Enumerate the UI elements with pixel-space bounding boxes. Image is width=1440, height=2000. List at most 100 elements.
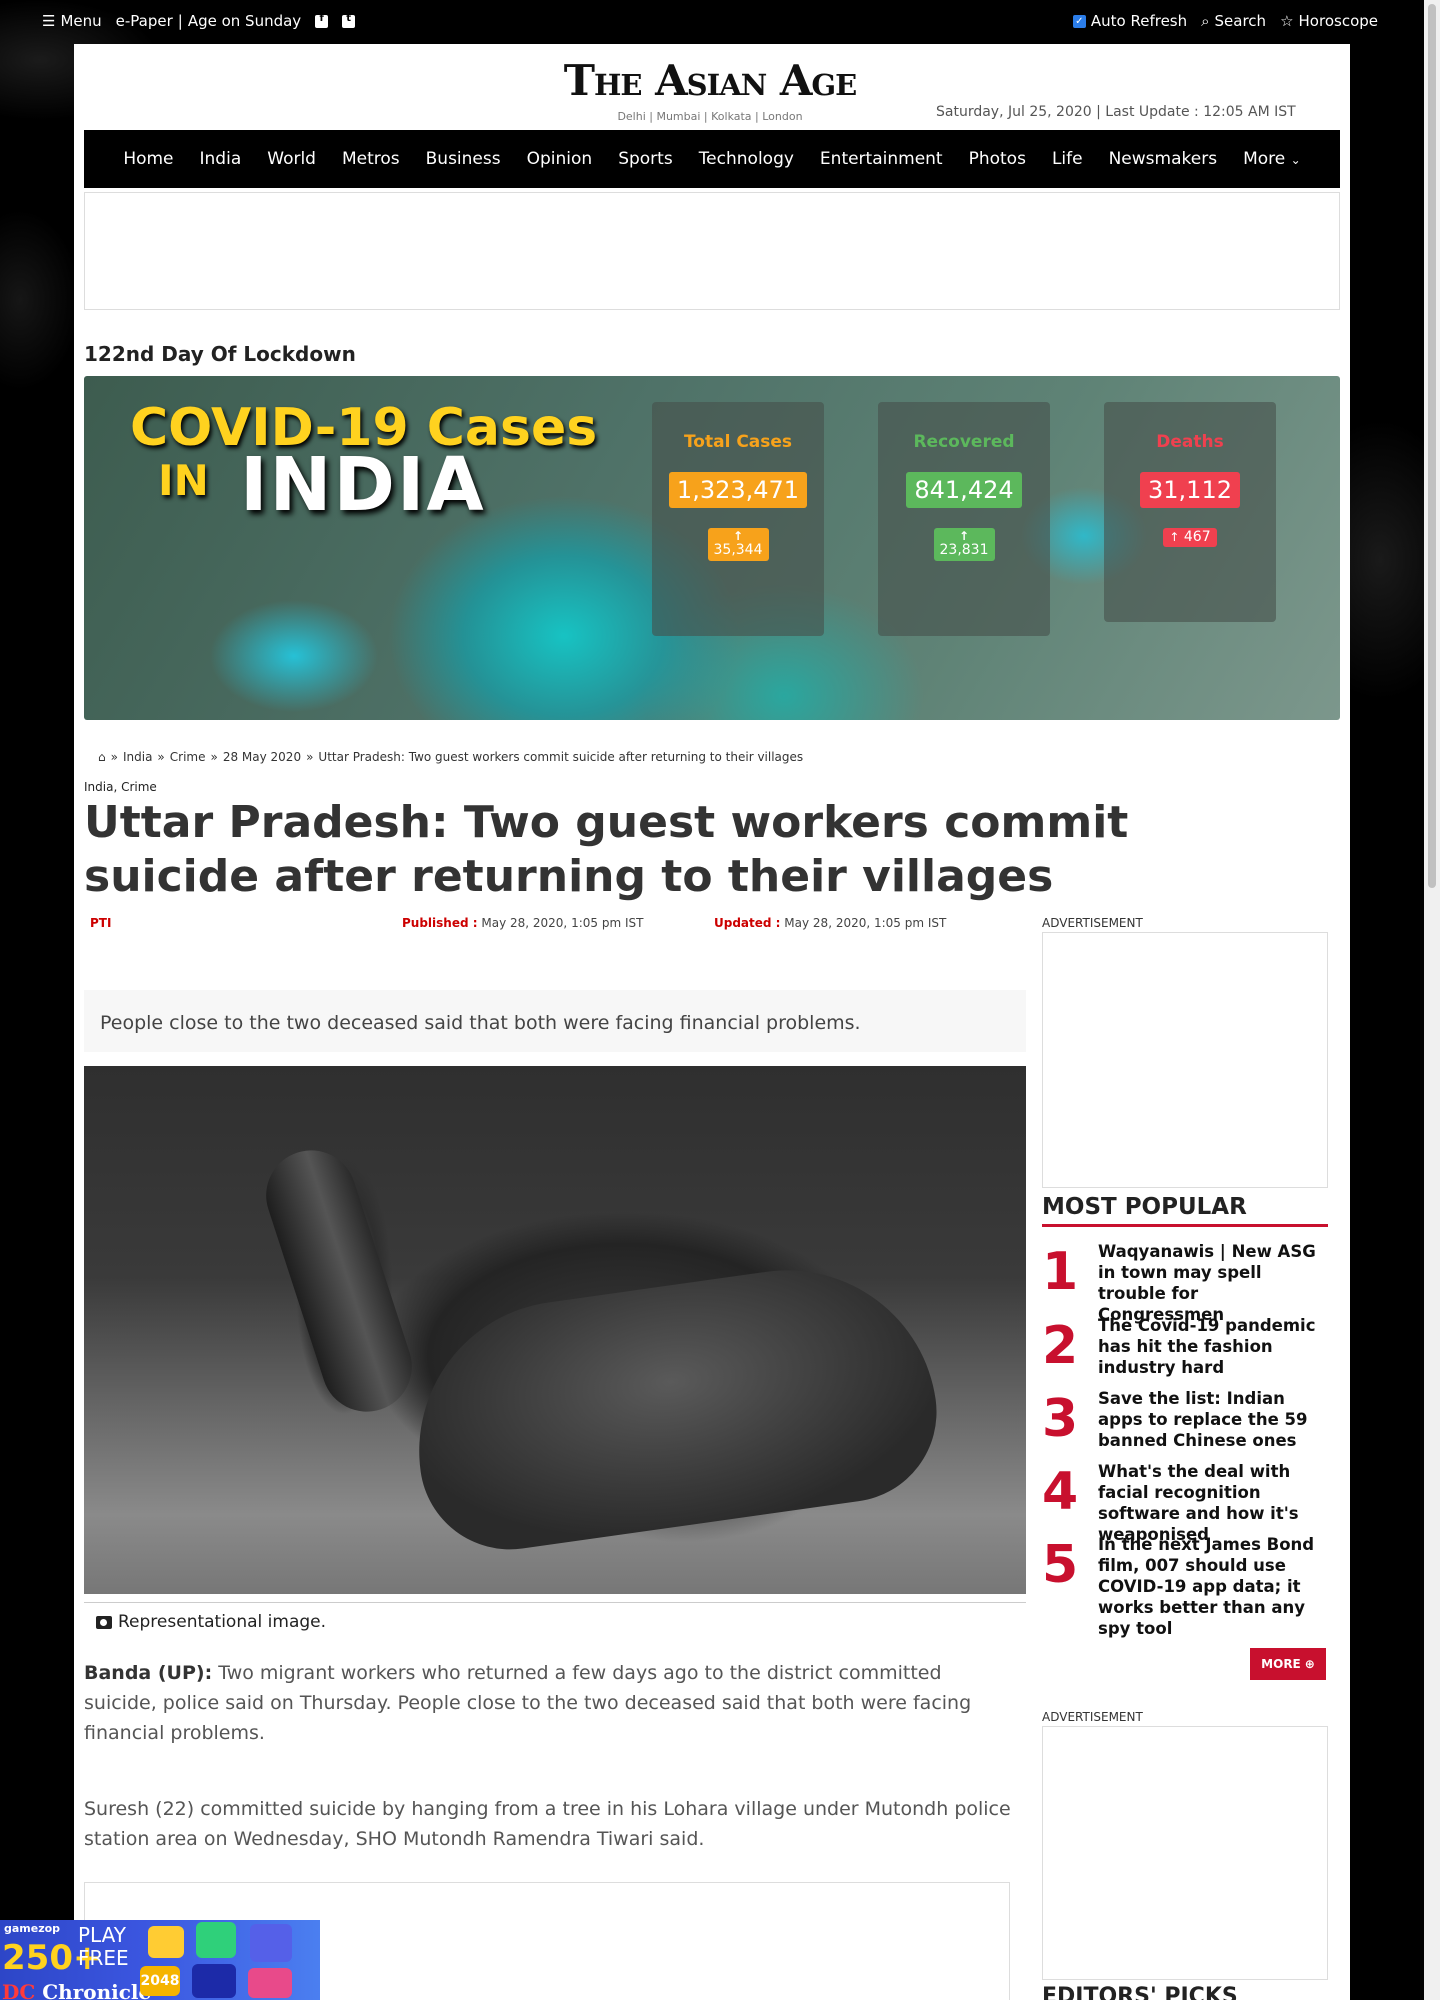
paragraph-text: Two migrant workers who returned a few d… bbox=[84, 1662, 972, 1745]
nav-item-india[interactable]: India bbox=[187, 149, 255, 169]
popular-item[interactable]: 1 Waqyanawis | New ASG in town may spell… bbox=[1042, 1242, 1328, 1324]
stat-value: 31,112 bbox=[1140, 472, 1240, 508]
published-value: May 28, 2020, 1:05 pm IST bbox=[481, 916, 644, 930]
dc-text: DC bbox=[2, 1980, 36, 2000]
plus-circle-icon: ⊕ bbox=[1304, 1657, 1315, 1671]
nav-item-world[interactable]: World bbox=[254, 149, 329, 169]
author[interactable]: PTI bbox=[90, 916, 111, 930]
epaper-link[interactable]: e-Paper bbox=[116, 12, 173, 30]
popular-title[interactable]: Waqyanawis | New ASG in town may spell t… bbox=[1098, 1242, 1328, 1326]
popular-rank: 1 bbox=[1042, 1242, 1079, 1302]
stat-delta-value: 35,344 bbox=[713, 542, 763, 559]
nav-item-entertainment[interactable]: Entertainment bbox=[807, 149, 956, 169]
age-on-sunday-link[interactable]: Age on Sunday bbox=[188, 12, 301, 30]
editions-line: Delhi | Mumbai | Kolkata | London bbox=[617, 110, 803, 123]
chevron-right-icon: » bbox=[110, 750, 118, 764]
game-tile-2048: 2048 bbox=[140, 1966, 180, 1996]
chevron-right-icon: » bbox=[210, 750, 218, 764]
gamezop-promo[interactable]: gamezop 250+ PLAY FREE DC Chronicle 2048 bbox=[0, 1920, 320, 2000]
article-paragraph-1: Banda (UP): Two migrant workers who retu… bbox=[84, 1658, 1014, 1748]
auto-refresh-toggle[interactable]: ✓ Auto Refresh bbox=[1072, 12, 1187, 30]
covid-banner[interactable]: COVID-19 Cases IN INDIA Total Cases 1,32… bbox=[84, 376, 1340, 720]
game-tile bbox=[148, 1926, 184, 1958]
breadcrumb-india[interactable]: India bbox=[123, 750, 152, 764]
search-icon: ⌕ bbox=[1201, 12, 1210, 30]
caption-divider bbox=[84, 1602, 1026, 1603]
nav-item-home[interactable]: Home bbox=[110, 149, 186, 169]
nav-item-more[interactable]: More ⌄ bbox=[1230, 149, 1314, 169]
nav-item-metros[interactable]: Metros bbox=[329, 149, 413, 169]
popular-title[interactable]: Save the list: Indian apps to replace th… bbox=[1098, 1389, 1328, 1452]
stat-delta: ↑ 35,344 bbox=[707, 528, 769, 561]
main-nav: Home India World Metros Business Opinion… bbox=[84, 130, 1340, 188]
popular-item[interactable]: 3 Save the list: Indian apps to replace … bbox=[1042, 1389, 1328, 1457]
star-icon: ☆ bbox=[1280, 12, 1294, 30]
checkbox-checked-icon[interactable]: ✓ bbox=[1072, 14, 1086, 28]
popular-rank: 2 bbox=[1042, 1316, 1079, 1376]
game-tile bbox=[192, 1964, 236, 1998]
image-caption: Representational image. bbox=[96, 1612, 326, 1632]
updated-date: Updated : May 28, 2020, 1:05 pm IST bbox=[714, 916, 946, 930]
more-popular-button[interactable]: MORE ⊕ bbox=[1250, 1648, 1326, 1680]
article-headline: Uttar Pradesh: Two guest workers commit … bbox=[84, 797, 1129, 902]
breadcrumb-crime[interactable]: Crime bbox=[170, 750, 206, 764]
twitter-icon[interactable]: t bbox=[342, 13, 356, 28]
article-paragraph-2: Suresh (22) committed suicide by hanging… bbox=[84, 1798, 1011, 1851]
stat-value: 841,424 bbox=[906, 472, 1022, 508]
breadcrumb-date[interactable]: 28 May 2020 bbox=[223, 750, 301, 764]
separator: | bbox=[177, 12, 183, 30]
top-bar: ☰ Menu e-Paper | Age on Sunday f t ✓ Aut… bbox=[0, 0, 1440, 44]
top-ad-slot bbox=[84, 192, 1340, 310]
popular-item[interactable]: 4 What's the deal with facial recognitio… bbox=[1042, 1462, 1328, 1544]
lockdown-counter: 122nd Day Of Lockdown bbox=[84, 342, 356, 366]
article-categories[interactable]: India, Crime bbox=[84, 780, 157, 794]
nav-item-newsmakers[interactable]: Newsmakers bbox=[1096, 149, 1230, 169]
chevron-right-icon: » bbox=[157, 750, 165, 764]
game-tile bbox=[250, 1924, 292, 1962]
chevron-right-icon: » bbox=[306, 750, 314, 764]
author-name[interactable]: PTI bbox=[90, 916, 111, 930]
stat-total-cases: Total Cases 1,323,471 ↑ 35,344 bbox=[652, 402, 824, 636]
site-logo[interactable]: The Asian Age bbox=[560, 56, 860, 105]
popular-item[interactable]: 2 The Covid-19 pandemic has hit the fash… bbox=[1042, 1316, 1328, 1384]
covid-title-country: INDIA bbox=[240, 442, 486, 528]
play-free-label: PLAY FREE bbox=[78, 1924, 129, 1970]
stat-label: Deaths bbox=[1156, 432, 1224, 452]
arrow-up-icon: ↑ bbox=[1169, 530, 1180, 544]
article-dateline: Banda (UP): bbox=[84, 1662, 213, 1684]
popular-item[interactable]: 5 In the next James Bond film, 007 shoul… bbox=[1042, 1535, 1328, 1638]
nav-item-life[interactable]: Life bbox=[1039, 149, 1096, 169]
home-icon[interactable]: ⌂ bbox=[98, 750, 106, 764]
popular-title[interactable]: What's the deal with facial recognition … bbox=[1098, 1462, 1328, 1546]
popular-title[interactable]: In the next James Bond film, 007 should … bbox=[1098, 1535, 1328, 1640]
search-button[interactable]: ⌕ Search bbox=[1201, 12, 1266, 30]
masthead: The Asian Age Delhi | Mumbai | Kolkata |… bbox=[74, 44, 1350, 130]
nav-item-technology[interactable]: Technology bbox=[686, 149, 807, 169]
gamezop-brand: gamezop bbox=[4, 1922, 61, 1935]
article-image bbox=[84, 1066, 1026, 1594]
nav-item-sports[interactable]: Sports bbox=[605, 149, 686, 169]
page-container: The Asian Age Delhi | Mumbai | Kolkata |… bbox=[74, 44, 1350, 2000]
nav-more-label: More bbox=[1243, 149, 1286, 169]
scrollbar-thumb[interactable] bbox=[1428, 4, 1436, 888]
deccan-chronicle-logo: DC Chronicle bbox=[2, 1980, 151, 2000]
stat-value: 1,323,471 bbox=[668, 472, 808, 508]
chevron-down-icon: ⌄ bbox=[1290, 153, 1301, 167]
nav-item-opinion[interactable]: Opinion bbox=[514, 149, 606, 169]
image-hand-shape bbox=[399, 1250, 949, 1562]
menu-button[interactable]: ☰ Menu bbox=[42, 12, 102, 30]
ad-label: ADVERTISEMENT bbox=[1042, 1710, 1143, 1724]
stat-recovered: Recovered 841,424 ↑ 23,831 bbox=[878, 402, 1050, 636]
facebook-icon[interactable]: f bbox=[315, 13, 329, 28]
nav-item-photos[interactable]: Photos bbox=[956, 149, 1039, 169]
stat-delta-value: 23,831 bbox=[939, 542, 989, 559]
popular-title[interactable]: The Covid-19 pandemic has hit the fashio… bbox=[1098, 1316, 1328, 1379]
popular-rank: 5 bbox=[1042, 1535, 1079, 1595]
dateline: Saturday, Jul 25, 2020 | Last Update : 1… bbox=[936, 104, 1296, 120]
nav-item-business[interactable]: Business bbox=[413, 149, 514, 169]
horoscope-link[interactable]: ☆ Horoscope bbox=[1280, 12, 1378, 30]
ad-label: ADVERTISEMENT bbox=[1042, 916, 1143, 930]
play-text: PLAY bbox=[78, 1923, 127, 1947]
stat-label: Total Cases bbox=[683, 432, 793, 452]
popular-rank: 4 bbox=[1042, 1462, 1079, 1522]
